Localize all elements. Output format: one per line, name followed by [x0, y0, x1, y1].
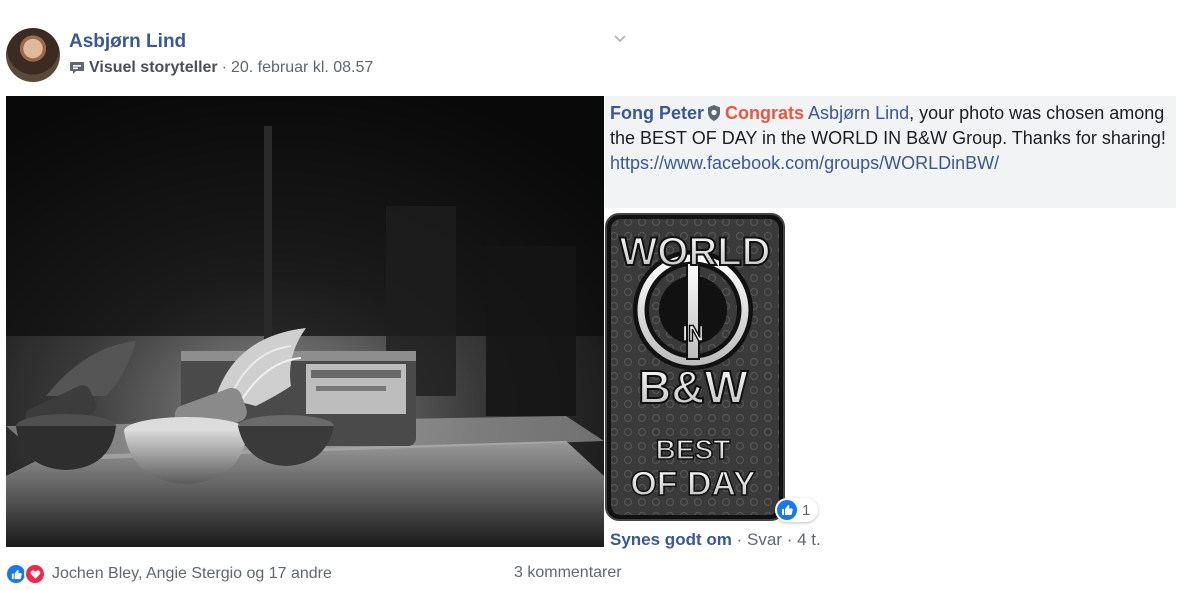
- author-avatar[interactable]: [6, 28, 60, 82]
- post-subline: Visuel storyteller · 20. februar kl. 08.…: [69, 59, 373, 77]
- chevron-down-icon[interactable]: [612, 30, 628, 46]
- comment-reaction-number: 1: [802, 501, 811, 519]
- post-timestamp[interactable]: 20. februar kl. 08.57: [231, 59, 373, 77]
- comments-count-link[interactable]: 3 kommentarer: [514, 564, 626, 582]
- author-badge[interactable]: Visuel storyteller: [89, 59, 218, 77]
- sticker-word-ofday: OF DAY: [630, 465, 756, 503]
- like-icon: [777, 500, 797, 520]
- subline-separator: ·: [221, 59, 227, 76]
- speech-bubble-icon: [70, 62, 84, 74]
- post-reactions-summary[interactable]: Jochen Bley, Angie Stergio og 17 andre: [5, 563, 332, 585]
- comment-reaction-count[interactable]: 1: [775, 498, 819, 522]
- reactors-text[interactable]: Jochen Bley, Angie Stergio og 17 andre: [52, 565, 332, 583]
- heart-icon: [24, 563, 46, 585]
- sticker-word-bw: B&W: [638, 361, 748, 413]
- sticker-word-in: IN: [682, 321, 704, 346]
- reaction-icons: [5, 563, 46, 585]
- sticker-word-best: BEST: [656, 434, 731, 465]
- comment-actions: Synes godt om · Svar · 4 t.: [610, 530, 821, 550]
- comment-highlight: Congrats: [725, 103, 805, 123]
- comment-author[interactable]: Fong Peter: [610, 103, 704, 123]
- comment-reply-button[interactable]: Svar: [747, 530, 782, 549]
- comment-mention[interactable]: Asbjørn Lind: [808, 103, 909, 123]
- comment-body: Fong Peter Congrats Asbjørn Lind, your ph…: [610, 101, 1176, 176]
- comment-age[interactable]: 4 t.: [797, 530, 821, 549]
- post-photo[interactable]: [6, 96, 604, 547]
- shield-badge-icon: [708, 105, 721, 121]
- comment-like-button[interactable]: Synes godt om: [610, 530, 732, 549]
- comment-link[interactable]: https://www.facebook.com/groups/WORLDinB…: [610, 153, 999, 173]
- post-author-name[interactable]: Asbjørn Lind: [69, 31, 186, 53]
- action-separator: ·: [736, 530, 743, 549]
- sticker-word-world: WORLD: [619, 230, 770, 274]
- action-separator: ·: [786, 530, 793, 549]
- comment-sticker[interactable]: WORLD IN B&W BEST OF DAY: [605, 213, 785, 521]
